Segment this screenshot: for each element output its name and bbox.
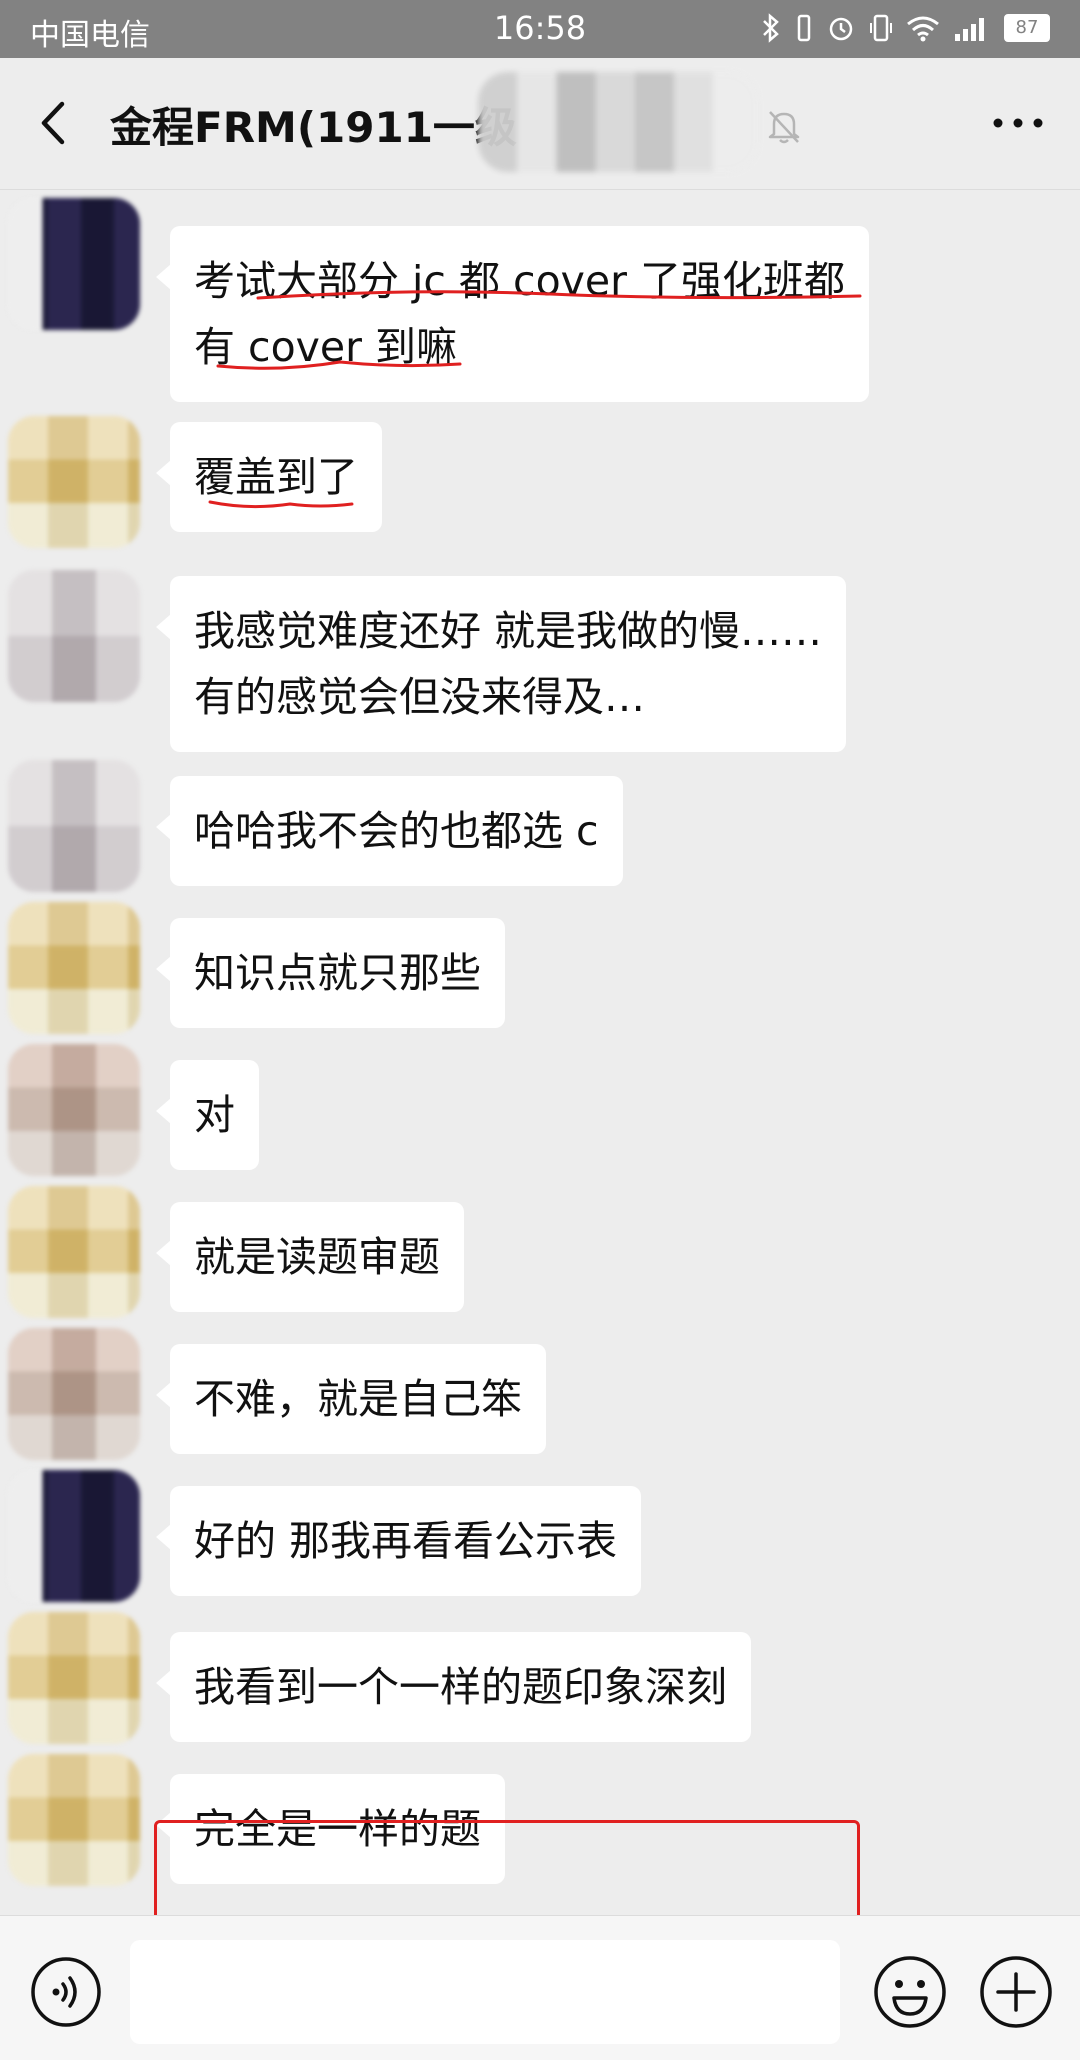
status-bar: 中国电信 16:58 87 <box>0 0 1080 58</box>
message-bubble[interactable]: 哈哈我不会的也都选 c <box>156 776 623 886</box>
message-bubble[interactable]: 知识点就只那些 <box>156 918 505 1028</box>
message-line: 有的感觉会但没来得及… <box>194 673 645 721</box>
avatar[interactable] <box>8 1754 140 1886</box>
alarm-icon <box>829 17 853 41</box>
message-input[interactable] <box>130 1940 840 2044</box>
message-line: 覆盖到了 <box>194 453 358 501</box>
battery-icon: 87 <box>1004 14 1050 42</box>
message-line: 我感觉难度还好 就是我做的慢…… <box>194 607 823 655</box>
title-redaction <box>478 72 758 172</box>
avatar[interactable] <box>8 902 140 1034</box>
avatar[interactable] <box>8 416 140 548</box>
message-bubble[interactable]: 不难，就是自己笨 <box>156 1344 546 1454</box>
status-icons: 87 <box>760 10 1050 46</box>
voice-button[interactable] <box>30 1956 102 2028</box>
message-line: 我看到一个一样的题印象深刻 <box>194 1663 727 1711</box>
message-line: 考试大部分 jc 都 cover 了强化班都 <box>194 257 846 305</box>
avatar[interactable] <box>8 1186 140 1318</box>
message-line: 哈哈我不会的也都选 c <box>194 807 599 855</box>
message-bubble[interactable]: 就是读题审题 <box>156 1202 464 1312</box>
message-line: 不难，就是自己笨 <box>194 1375 522 1423</box>
avatar[interactable] <box>8 1328 140 1460</box>
message-line: 有 cover 到嘛 <box>194 323 458 371</box>
more-button[interactable] <box>988 108 1048 138</box>
plus-button[interactable] <box>978 1954 1054 2030</box>
message-line: 知识点就只那些 <box>194 949 481 997</box>
avatar[interactable] <box>8 198 140 330</box>
message-line: 对 <box>194 1091 235 1139</box>
signal-icon <box>955 18 984 41</box>
back-button[interactable] <box>30 98 80 148</box>
avatar[interactable] <box>8 760 140 892</box>
message-list[interactable]: 考试大部分 jc 都 cover 了强化班都 有 cover 到嘛 覆盖到了 我… <box>0 190 1080 2060</box>
bell-off-icon <box>768 111 800 144</box>
input-bar <box>0 1915 1080 2060</box>
chat-title: 金程FRM(1911一级 <box>110 103 517 152</box>
message-line: 就是读题审题 <box>194 1233 440 1281</box>
phone-icon <box>870 14 892 42</box>
message-line: 好的 那我再看看公示表 <box>194 1517 618 1565</box>
vibrate-icon <box>797 14 811 42</box>
chat-header: 金程FRM(1911一级 <box>0 58 1080 190</box>
message-bubble[interactable]: 好的 那我再看看公示表 <box>155 1486 642 1596</box>
message-bubble[interactable]: 对 <box>156 1060 259 1170</box>
emoji-button[interactable] <box>872 1954 948 2030</box>
battery-level: 87 <box>1006 16 1048 40</box>
message-bubble[interactable]: 覆盖到了 <box>156 422 382 532</box>
wifi-icon <box>907 16 939 42</box>
message-bubble[interactable]: 我看到一个一样的题印象深刻 <box>156 1632 751 1742</box>
avatar[interactable] <box>8 1612 140 1744</box>
avatar[interactable] <box>8 1044 140 1176</box>
avatar[interactable] <box>8 570 140 702</box>
avatar[interactable] <box>8 1470 140 1602</box>
message-bubble[interactable]: 考试大部分 jc 都 cover 了强化班都 有 cover 到嘛 <box>155 226 870 402</box>
message-bubble[interactable]: 我感觉难度还好 就是我做的慢…… 有的感觉会但没来得及… <box>155 576 847 752</box>
bluetooth-icon <box>763 13 779 43</box>
